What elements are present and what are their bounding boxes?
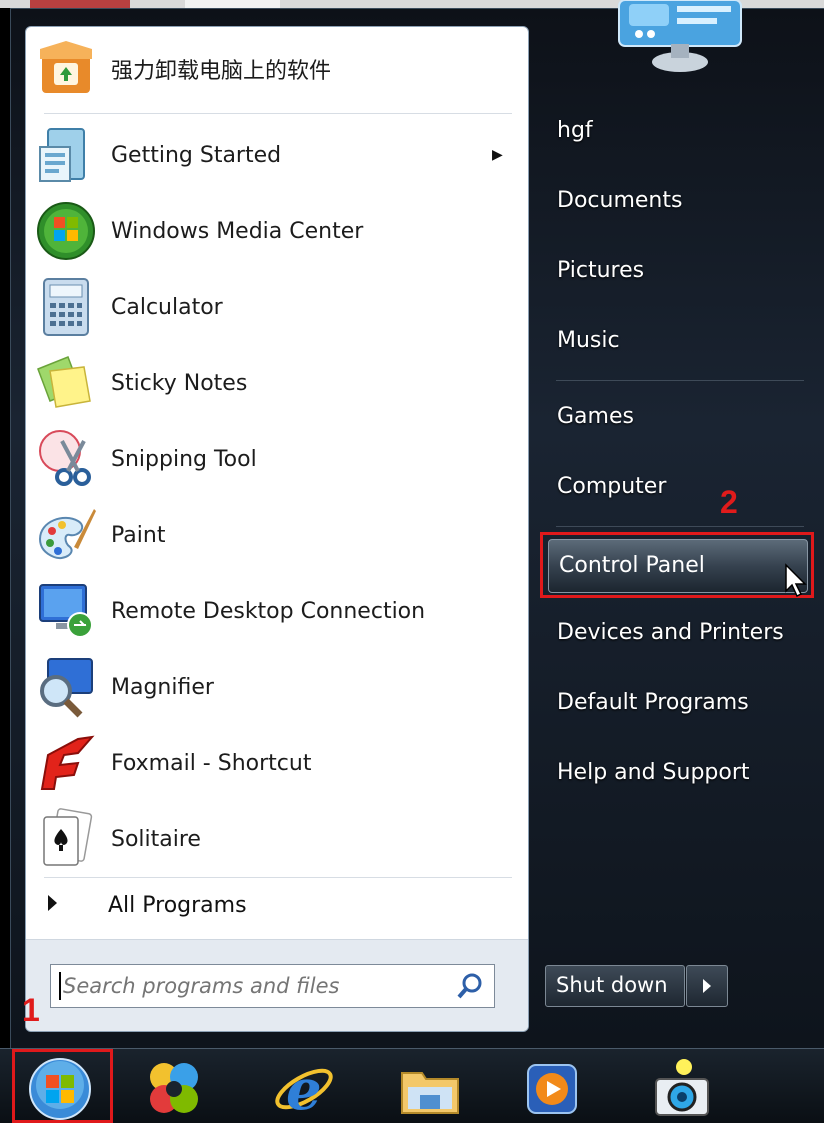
media-center-icon <box>37 202 95 260</box>
places-item-label: Pictures <box>557 258 645 283</box>
media-player-icon[interactable] <box>520 1057 584 1121</box>
places-item-label: Documents <box>557 188 683 213</box>
program-item-label: Getting Started <box>111 142 282 168</box>
program-item-label: Sticky Notes <box>111 370 248 396</box>
places-item-music[interactable]: Music <box>544 314 814 372</box>
program-item-foxmail[interactable]: Foxmail - Shortcut <box>26 725 528 801</box>
places-item-computer[interactable]: Computer <box>544 460 814 518</box>
program-item-label: Calculator <box>111 294 223 320</box>
program-item-label: Windows Media Center <box>111 218 364 244</box>
program-item-paint[interactable]: Paint <box>26 497 528 573</box>
camera-app-icon[interactable] <box>650 1057 714 1121</box>
places-item-pictures[interactable]: Pictures <box>544 244 814 302</box>
chevron-right-icon <box>703 979 711 993</box>
places-item-label: hgf <box>557 118 593 143</box>
places-item-label: Devices and Printers <box>557 620 784 645</box>
start-orb-icon[interactable] <box>28 1057 92 1121</box>
program-item-solitaire[interactable]: Solitaire <box>26 801 528 877</box>
calculator-icon <box>43 278 89 336</box>
background-window-edge <box>185 0 280 8</box>
magnifier-icon <box>40 658 93 718</box>
places-item-documents[interactable]: Documents <box>544 174 814 232</box>
shut-down-label: Shut down <box>556 973 668 997</box>
program-item-magnifier[interactable]: Magnifier <box>26 649 528 725</box>
program-item-label: Snipping Tool <box>111 446 257 472</box>
menu-separator <box>556 380 804 381</box>
program-item-sticky-notes[interactable]: Sticky Notes <box>26 345 528 421</box>
program-item-label: Remote Desktop Connection <box>111 598 426 624</box>
snipping-tool-icon <box>39 430 91 486</box>
annotation-step-badge: 1 <box>22 992 40 1028</box>
annotation-step-badge: 2 <box>720 484 738 520</box>
places-item-label: Default Programs <box>557 690 749 715</box>
all-programs-button[interactable]: All Programs <box>26 879 528 939</box>
search-icon[interactable] <box>455 971 485 1001</box>
places-item-help-support[interactable]: Help and Support <box>544 746 814 804</box>
search-box[interactable] <box>50 964 495 1008</box>
paint-palette-icon <box>38 509 96 559</box>
uninstall-box-icon <box>40 41 92 93</box>
program-item-calculator[interactable]: Calculator <box>26 269 528 345</box>
expand-arrow-icon <box>48 895 57 911</box>
shut-down-button[interactable]: Shut down <box>545 965 685 1007</box>
places-item-default-programs[interactable]: Default Programs <box>544 676 814 734</box>
menu-separator <box>44 113 512 114</box>
all-programs-label: All Programs <box>108 893 247 918</box>
foxmail-icon <box>40 735 95 790</box>
mouse-pointer-icon <box>785 563 807 598</box>
menu-separator <box>44 877 512 878</box>
program-item-label: Solitaire <box>111 826 201 852</box>
program-item-remote-desktop[interactable]: Remote Desktop Connection <box>26 573 528 649</box>
programs-pane: 强力卸载电脑上的软件 Getting Started ▶ Windows Med… <box>25 26 529 1032</box>
shut-down-options-button[interactable] <box>686 965 728 1007</box>
search-area <box>26 939 528 1031</box>
places-item-label: Help and Support <box>557 760 750 785</box>
pinned-item-uninstaller[interactable]: 强力卸载电脑上的软件 <box>26 31 528 107</box>
internet-explorer-icon[interactable]: e <box>272 1057 336 1121</box>
places-item-devices-printers[interactable]: Devices and Printers <box>544 606 814 664</box>
places-pane: hgf Documents Pictures Music Games Compu… <box>540 0 824 1048</box>
svg-text:e: e <box>286 1057 322 1121</box>
submenu-arrow-icon[interactable]: ▶ <box>492 147 503 163</box>
background-window-edge <box>30 0 130 8</box>
windows-explorer-icon[interactable] <box>398 1057 462 1121</box>
places-item-label: Computer <box>557 474 667 499</box>
program-item-getting-started[interactable]: Getting Started ▶ <box>26 117 528 193</box>
menu-separator <box>556 526 804 527</box>
places-item-label: Games <box>557 404 634 429</box>
places-item-label: Music <box>557 328 620 353</box>
sticky-notes-icon <box>37 356 91 408</box>
solitaire-icon <box>43 808 93 866</box>
program-item-label: Magnifier <box>111 674 214 700</box>
places-item-user[interactable]: hgf <box>544 104 814 162</box>
search-input[interactable] <box>61 971 445 1001</box>
getting-started-icon <box>39 128 85 182</box>
places-item-games[interactable]: Games <box>544 390 814 448</box>
places-item-control-panel[interactable]: Control Panel <box>548 539 808 593</box>
places-item-label: Control Panel <box>559 553 705 578</box>
app-swirl-icon[interactable] <box>142 1057 206 1121</box>
pinned-item-label: 强力卸载电脑上的软件 <box>111 59 332 84</box>
program-item-label: Paint <box>111 522 166 548</box>
remote-desktop-icon <box>39 584 93 638</box>
program-item-label: Foxmail - Shortcut <box>111 750 312 776</box>
annotation-highlight-box: Control Panel <box>540 532 814 598</box>
program-item-snipping-tool[interactable]: Snipping Tool <box>26 421 528 497</box>
taskbar: e <box>0 1048 824 1123</box>
program-item-windows-media-center[interactable]: Windows Media Center <box>26 193 528 269</box>
